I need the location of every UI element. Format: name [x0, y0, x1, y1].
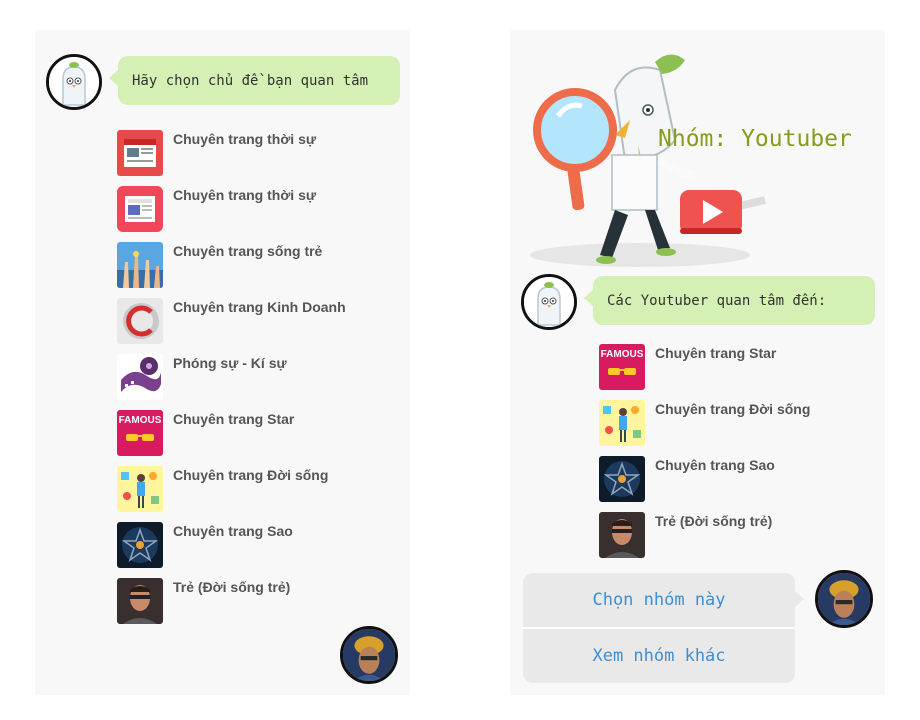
- bot-message-bubble: Các Youtuber quan tâm đến:: [584, 276, 875, 325]
- topic-label: Chuyên trang Sao: [655, 457, 775, 473]
- topic-label: Chuyên trang Star: [655, 345, 777, 361]
- topic-label: Trẻ (Đời sống trẻ): [655, 513, 773, 529]
- topic-label: Chuyên trang thời sự: [173, 187, 316, 203]
- crowd-hands-icon: [117, 242, 163, 288]
- bot-avatar: [46, 54, 102, 110]
- vnexpress-news-icon: [117, 130, 163, 176]
- film-reel-icon: [117, 354, 163, 400]
- portrait-man-icon: [599, 512, 645, 558]
- famous-sunglasses-icon: [117, 410, 163, 456]
- bot-mascot-icon: [524, 277, 574, 327]
- bot-avatar: [521, 274, 577, 330]
- user-portrait-icon: [818, 573, 870, 625]
- topic-label: Chuyên trang Đời sống: [655, 401, 811, 417]
- topic-label: Chuyên trang sống trẻ: [173, 243, 323, 259]
- bot-message-text: Các Youtuber quan tâm đến:: [607, 292, 827, 309]
- topic-label: Chuyên trang Kinh Doanh: [173, 299, 346, 315]
- group-action-menu: Chọn nhóm này Xem nhóm khác: [523, 573, 804, 683]
- topic-label: Chuyên trang Star: [173, 411, 295, 427]
- star-galaxy-icon: [117, 522, 163, 568]
- group-title: Nhóm: Youtuber: [658, 126, 852, 152]
- lifestyle-collage-icon: [599, 400, 645, 446]
- user-portrait-icon: [343, 629, 395, 681]
- topic-label: Chuyên trang thời sự: [173, 131, 316, 147]
- choose-group-button[interactable]: Chọn nhóm này: [523, 573, 795, 627]
- bot-message-text: Hãy chọn chủ đề bạn quan tâm: [132, 72, 369, 89]
- youtuber-mascot-illustration: [530, 54, 766, 267]
- portrait-man-icon: [117, 578, 163, 624]
- famous-sunglasses-icon: [599, 344, 645, 390]
- topic-label: Chuyên trang Đời sống: [173, 467, 329, 483]
- star-galaxy-icon: [599, 456, 645, 502]
- topic-chooser-panel: Hãy chọn chủ đề bạn quan tâm Chuyên tran…: [35, 30, 410, 695]
- lifestyle-collage-icon: [117, 466, 163, 512]
- user-avatar: [340, 626, 398, 684]
- user-avatar: [815, 570, 873, 628]
- newspaper-icon: [117, 186, 163, 232]
- bot-message-bubble: Hãy chọn chủ đề bạn quan tâm: [109, 56, 400, 105]
- topic-label: Trẻ (Đời sống trẻ): [173, 579, 291, 595]
- topic-label: Chuyên trang Sao: [173, 523, 293, 539]
- view-other-group-button[interactable]: Xem nhóm khác: [523, 629, 795, 683]
- topic-label: Phóng sự - Kí sự: [173, 355, 287, 371]
- red-c-logo-icon: [117, 298, 163, 344]
- bot-mascot-icon: [49, 57, 99, 107]
- group-detail-panel: Nhóm: Youtuber Các Youtuber quan tâm đến…: [510, 30, 885, 695]
